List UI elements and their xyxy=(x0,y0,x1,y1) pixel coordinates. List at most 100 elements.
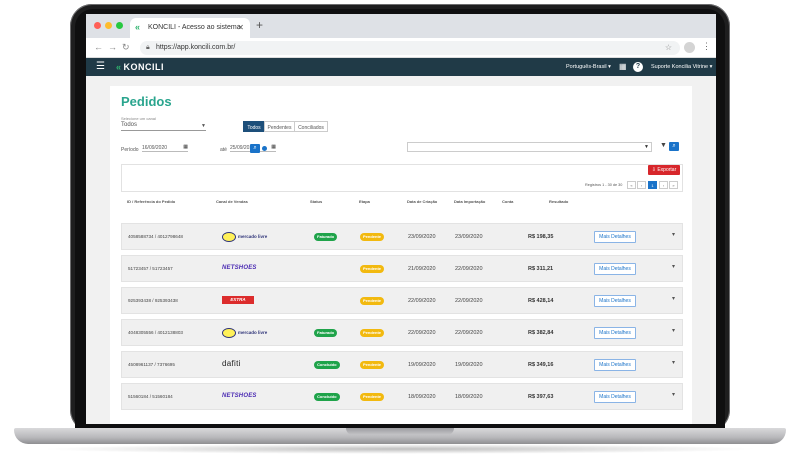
user-menu[interactable]: Suporte Koncilia Vitrine ▾ xyxy=(651,64,712,70)
download-icon: ⇩ xyxy=(651,167,656,173)
pagination-next[interactable]: › xyxy=(659,181,668,189)
koncili-favicon-icon: « xyxy=(135,22,141,32)
table-row[interactable]: 4058588734 / 4012798648 mercado livre Fatu… xyxy=(121,223,683,250)
col-header-result: Resultado xyxy=(549,199,569,204)
dafiti-logo: dafiti xyxy=(222,359,241,368)
profile-avatar[interactable] xyxy=(684,42,695,53)
more-details-button[interactable]: Mais Detalhes xyxy=(594,231,636,243)
search-input[interactable]: ▼ xyxy=(407,142,652,152)
chevron-down-icon[interactable]: ▼ xyxy=(644,144,649,150)
forward-icon[interactable]: → xyxy=(108,42,117,52)
col-header-channel: Canal de Vendas xyxy=(216,199,248,204)
result-value: R$ 428,14 xyxy=(528,298,554,304)
filter-tab-all[interactable]: Todos xyxy=(243,121,265,132)
col-header-account: Conta xyxy=(502,199,514,204)
status-badge: Concluído xyxy=(314,393,340,401)
back-icon[interactable]: ← xyxy=(94,42,103,52)
brand-chevron-icon: « xyxy=(116,62,122,72)
created-date: 22/09/2020 xyxy=(408,298,436,304)
more-details-button[interactable]: Mais Detalhes xyxy=(594,391,636,403)
table-toolbar xyxy=(121,164,683,192)
handshake-icon xyxy=(222,232,236,242)
bookmark-star-icon[interactable]: ☆ xyxy=(665,43,672,52)
table-row[interactable]: 4508961137 / 7376695 dafiti Concluído Pende… xyxy=(121,351,683,378)
tab-close-icon[interactable]: ✕ xyxy=(237,23,244,32)
table-row[interactable]: 925393438 / 925393438 EXTRA Pendente 22/09/… xyxy=(121,287,683,314)
created-date: 21/09/2020 xyxy=(408,266,436,272)
date-from-input[interactable]: 16/09/2020 ▦ xyxy=(142,144,188,152)
brand-logo[interactable]: «KONCILI xyxy=(116,62,164,72)
result-value: R$ 198,35 xyxy=(528,234,554,240)
search-date-button[interactable]: ⌕ xyxy=(250,144,260,153)
info-icon[interactable] xyxy=(262,146,267,151)
filter-icon[interactable]: ▼ xyxy=(660,142,667,149)
more-details-button[interactable]: Mais Detalhes xyxy=(594,295,636,307)
expand-chevron-icon[interactable]: ▾ xyxy=(672,327,675,334)
pagination-last[interactable]: » xyxy=(669,181,678,189)
stage-badge: Pendente xyxy=(360,297,385,305)
netshoes-logo: NETSHOES xyxy=(222,265,257,271)
export-button[interactable]: ⇩ Exportar xyxy=(648,165,680,175)
language-selector[interactable]: Português-Brasil ▾ xyxy=(566,64,611,70)
table-row[interactable]: 51723457 / 51723457 NETSHOES Pendente 21/09… xyxy=(121,255,683,282)
more-details-button[interactable]: Mais Detalhes xyxy=(594,263,636,275)
order-id: 925393438 / 925393438 xyxy=(128,298,178,303)
order-id: 4058588734 / 4012798648 xyxy=(128,234,183,239)
col-header-id: ID / Referência do Pedido xyxy=(127,199,176,204)
browser-tabbar: « KONCILI - Acesso ao sistema ✕ + xyxy=(86,14,716,38)
pagination-page-1[interactable]: 1 xyxy=(648,181,657,189)
expand-chevron-icon[interactable]: ▾ xyxy=(672,231,675,238)
hamburger-menu-icon[interactable]: ☰ xyxy=(96,61,105,72)
page-title: Pedidos xyxy=(121,94,172,109)
imported-date: 22/09/2020 xyxy=(455,330,483,336)
minimize-window-dot[interactable] xyxy=(105,22,112,29)
laptop-mockup: « KONCILI - Acesso ao sistema ✕ + ← → ↻ … xyxy=(0,0,800,459)
new-tab-icon[interactable]: + xyxy=(256,18,263,32)
browser-menu-icon[interactable]: ⋮ xyxy=(702,41,711,52)
screen: « KONCILI - Acesso ao sistema ✕ + ← → ↻ … xyxy=(86,14,716,424)
reload-icon[interactable]: ↻ xyxy=(122,42,130,53)
calendar-icon[interactable]: ▦ xyxy=(183,144,188,150)
apps-grid-icon[interactable]: ▦ xyxy=(619,62,627,71)
result-value: R$ 397,63 xyxy=(528,394,554,400)
search-icon: ⌕ xyxy=(253,145,257,151)
maximize-window-dot[interactable] xyxy=(116,22,123,29)
filter-tab-reconciled[interactable]: Conciliados xyxy=(294,121,328,132)
filter-tab-pending[interactable]: Pendentes xyxy=(264,121,295,132)
imported-date: 22/09/2020 xyxy=(455,266,483,272)
mercadolivre-logo: mercado livre xyxy=(222,230,267,244)
pagination-info: Registros 1 - 30 de 30 xyxy=(585,183,623,187)
pagination-first[interactable]: « xyxy=(627,181,636,189)
expand-chevron-icon[interactable]: ▾ xyxy=(672,263,675,270)
imported-date: 19/09/2020 xyxy=(455,362,483,368)
search-icon: ⌕ xyxy=(672,143,676,149)
result-value: R$ 382,84 xyxy=(528,330,554,336)
stage-badge: Pendente xyxy=(360,265,385,273)
table-row[interactable]: 51560184 / 51560184 NETSHOES Concluído Pend… xyxy=(121,383,683,410)
expand-chevron-icon[interactable]: ▾ xyxy=(672,295,675,302)
orders-table-body: 4058588734 / 4012798648 mercado livre Fatu… xyxy=(121,223,683,415)
export-label: Exportar xyxy=(657,167,677,173)
chevron-down-icon: ▼ xyxy=(201,123,206,129)
expand-chevron-icon[interactable]: ▾ xyxy=(672,359,675,366)
pagination-prev[interactable]: ‹ xyxy=(637,181,646,189)
calendar-icon[interactable]: ▦ xyxy=(271,144,276,150)
table-row[interactable]: 4048305556 / 4012138803 mercado livre Fatu… xyxy=(121,319,683,346)
browser-toolbar: ← → ↻ 🔒︎ https://app.koncili.com.br/ ☆ ⋮ xyxy=(86,38,716,58)
laptop-notch xyxy=(346,428,454,435)
created-date: 23/09/2020 xyxy=(408,234,436,240)
laptop-shadow xyxy=(40,444,760,454)
more-details-button[interactable]: Mais Detalhes xyxy=(594,359,636,371)
more-details-button[interactable]: Mais Detalhes xyxy=(594,327,636,339)
help-icon[interactable]: ? xyxy=(633,62,643,72)
close-window-dot[interactable] xyxy=(94,22,101,29)
channel-select[interactable]: Todos ▼ xyxy=(121,122,206,131)
channel-select-value: Todos xyxy=(121,122,138,128)
search-button[interactable]: ⌕ xyxy=(669,142,679,151)
expand-chevron-icon[interactable]: ▾ xyxy=(672,391,675,398)
status-badge: Faturado xyxy=(314,233,338,241)
handshake-icon xyxy=(222,328,236,338)
browser-tab[interactable]: « KONCILI - Acesso ao sistema ✕ xyxy=(130,18,250,38)
imported-date: 18/09/2020 xyxy=(455,394,483,400)
address-bar[interactable]: 🔒︎ https://app.koncili.com.br/ ☆ xyxy=(140,41,680,55)
